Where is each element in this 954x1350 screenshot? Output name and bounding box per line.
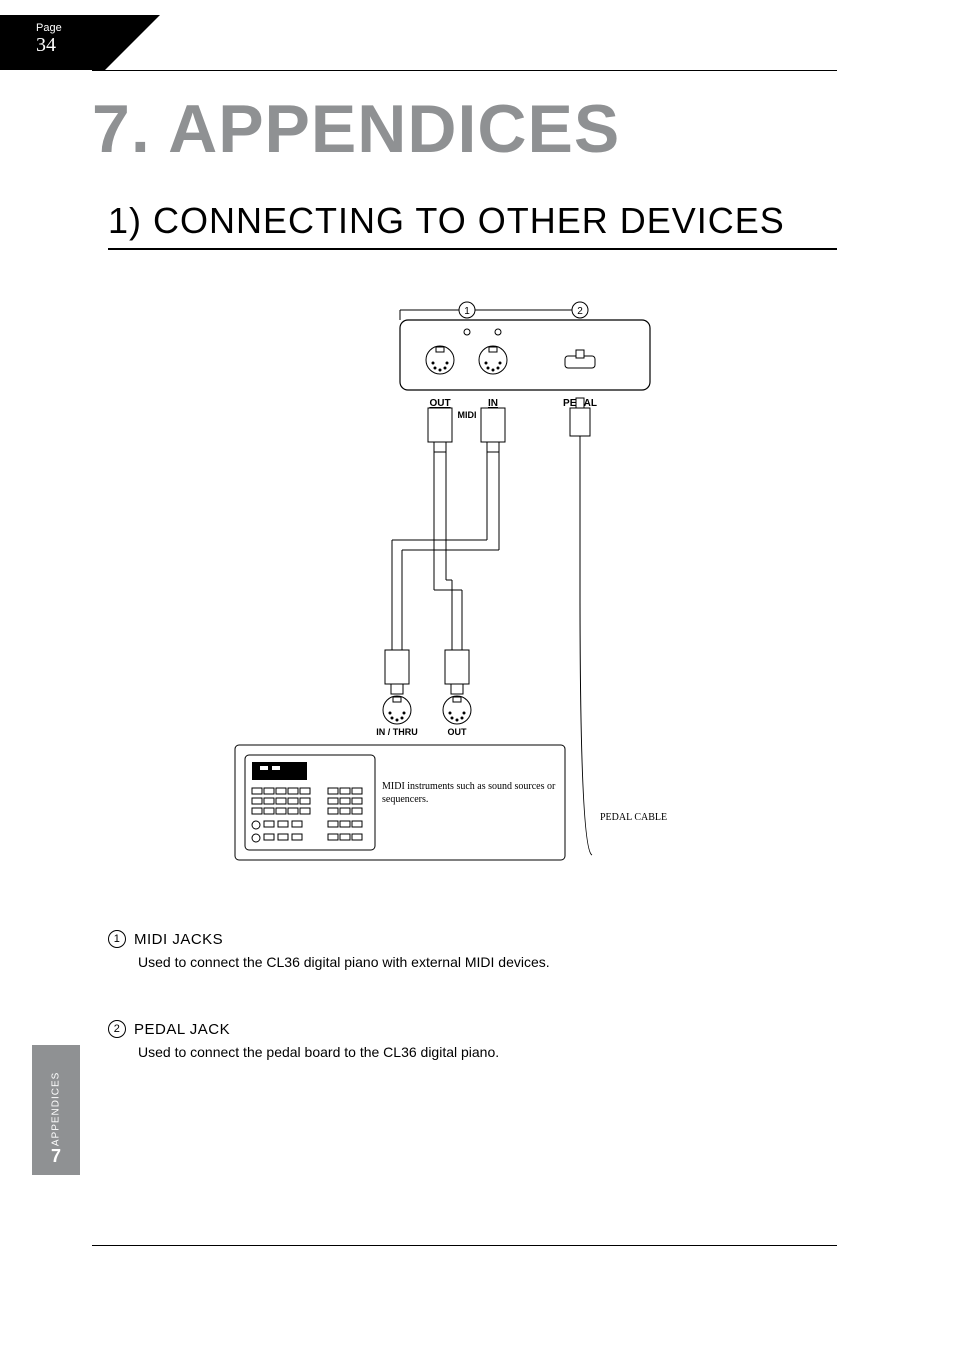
page-label: Page — [36, 23, 105, 34]
item-title: PEDAL JACK — [134, 1021, 230, 1038]
top-rule — [92, 70, 837, 71]
callout-1: 1 — [464, 306, 470, 317]
section-title-wrap: 1) CONNECTING TO OTHER DEVICES — [108, 200, 837, 250]
label-midi-out: OUT — [429, 398, 450, 409]
item-pedal-jack: 2 PEDAL JACK Used to connect the pedal b… — [108, 1020, 837, 1060]
bottom-rule — [92, 1245, 837, 1246]
device-note: MIDI instruments such as sound sources o… — [382, 780, 557, 806]
item-body: Used to connect the CL36 digital piano w… — [138, 954, 837, 970]
item-number: 2 — [108, 1020, 126, 1038]
callout-2: 2 — [577, 306, 583, 317]
label-in-thru: IN / THRU — [376, 727, 418, 737]
side-chapter-label: APPENDICES — [51, 1072, 62, 1146]
item-number: 1 — [108, 930, 126, 948]
item-body: Used to connect the pedal board to the C… — [138, 1044, 837, 1060]
label-midi: MIDI — [458, 410, 477, 420]
label-midi-in: IN — [488, 398, 498, 409]
label-out-bottom: OUT — [448, 727, 468, 737]
connection-diagram: 1 2 OUT — [230, 290, 730, 890]
chapter-title: 7. APPENDICES — [92, 90, 620, 168]
item-midi-jacks: 1 MIDI JACKS Used to connect the CL36 di… — [108, 930, 837, 970]
item-heading: 2 PEDAL JACK — [108, 1020, 837, 1038]
page-tab: Page 34 — [0, 15, 105, 70]
item-heading: 1 MIDI JACKS — [108, 930, 837, 948]
section-title: 1) CONNECTING TO OTHER DEVICES — [108, 200, 837, 242]
diagram-svg: 1 2 OUT — [230, 290, 730, 890]
item-title: MIDI JACKS — [134, 931, 223, 948]
label-pedal-cable: PEDAL CABLE — [600, 812, 667, 823]
side-chapter-tab: APPENDICES 7 — [32, 1045, 80, 1175]
page-number: 34 — [36, 34, 105, 56]
side-chapter-number: 7 — [32, 1146, 80, 1167]
